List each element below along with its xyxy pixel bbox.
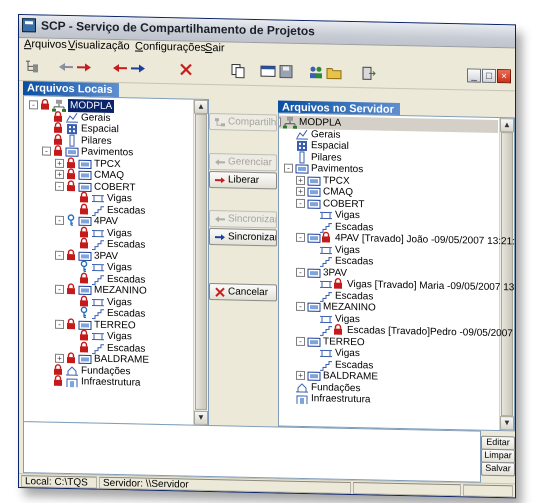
collapse-icon[interactable]: - — [296, 336, 305, 346]
lock-icon — [66, 179, 76, 196]
sync-right-arrow-icon — [215, 234, 225, 241]
forward-blue-icon[interactable] — [129, 60, 147, 76]
collapse-icon[interactable]: - — [55, 250, 64, 260]
server-files-tree[interactable]: ▲ ▼ -MODPLAGeraisEspacialPilares-Pavimen… — [278, 112, 515, 432]
collapse-icon[interactable]: - — [278, 117, 281, 127]
collapse-icon[interactable]: - — [29, 100, 38, 110]
collapse-icon[interactable]: - — [55, 181, 64, 191]
status-local: Local: C:\TQS — [21, 475, 97, 489]
collapse-icon[interactable]: - — [42, 146, 51, 156]
menu-visualizacao[interactable]: Visualização — [68, 39, 130, 52]
scroll-down-icon[interactable]: ▼ — [194, 410, 208, 425]
sincronizar-button[interactable]: Sincronizar — [209, 228, 277, 247]
share-icon — [215, 118, 225, 127]
lock-icon — [66, 283, 76, 299]
cancel-x-icon — [215, 287, 225, 298]
tree-node-label: Escadas [Travado]Pedro -09/05/2007 13:22… — [347, 324, 515, 340]
tree-node-label: Infraestrutura — [311, 393, 371, 406]
scroll-thumb[interactable] — [501, 132, 513, 417]
forward-red-icon[interactable] — [75, 59, 93, 75]
scroll-down-icon[interactable]: ▼ — [500, 416, 514, 431]
menu-sair[interactable]: Sair — [205, 42, 225, 54]
delete-x-icon[interactable] — [177, 61, 195, 77]
scroll-up-icon[interactable]: ▲ — [194, 99, 208, 114]
scroll-thumb[interactable] — [195, 113, 207, 410]
left-scrollbar[interactable]: ▲ ▼ — [193, 99, 208, 425]
copy-icon[interactable] — [229, 62, 247, 79]
gerenciar-arrow-icon — [215, 159, 225, 166]
collapse-icon[interactable]: - — [55, 319, 64, 329]
expand-icon[interactable]: + — [55, 158, 64, 168]
exit-door-icon[interactable] — [359, 65, 377, 81]
collapse-icon[interactable]: - — [55, 215, 64, 225]
compartilhar-label: Compartilhar — [228, 116, 277, 129]
expand-icon[interactable]: + — [55, 169, 64, 179]
liberar-arrow-icon — [215, 177, 225, 184]
cancelar-button[interactable]: Cancelar — [209, 283, 277, 302]
status-extra — [463, 484, 513, 498]
scroll-up-icon[interactable]: ▲ — [500, 118, 514, 133]
salvar-button[interactable]: Salvar — [481, 461, 515, 477]
back-red-icon[interactable] — [111, 60, 129, 76]
sincronizar-disabled-label: Sincronizar — [228, 213, 277, 226]
sincronizar-disabled-button[interactable]: Sincronizar — [209, 210, 277, 229]
gerenciar-button[interactable]: Gerenciar — [209, 153, 277, 172]
save-icon[interactable] — [277, 63, 295, 79]
tree-view-icon[interactable] — [23, 58, 41, 74]
menu-arquivos[interactable]: Arquivos — [24, 38, 67, 51]
app-icon — [22, 18, 36, 33]
expand-icon[interactable]: + — [296, 370, 305, 381]
collapse-icon[interactable]: - — [284, 163, 293, 173]
lock-icon — [66, 248, 76, 265]
back-blue-icon[interactable] — [57, 59, 75, 75]
window-title: SCP - Serviço de Compartilhamento de Pro… — [41, 18, 315, 39]
collapse-icon[interactable]: - — [296, 198, 305, 208]
expand-icon[interactable]: + — [296, 186, 305, 197]
lock-icon — [53, 375, 63, 391]
expand-icon[interactable]: + — [55, 353, 64, 363]
sincronizar-label: Sincronizar — [228, 231, 277, 244]
local-files-tree[interactable]: ▲ ▼ - MODPLA Gerais Espacial Pilares - Pavimen… — [23, 95, 209, 427]
collapse-icon[interactable]: - — [296, 267, 305, 277]
infra-icon — [65, 375, 79, 388]
key-icon — [66, 214, 76, 230]
status-servidor: Servidor: \\Servidor — [99, 476, 351, 494]
tree-node-label: Infraestrutura — [81, 376, 141, 389]
lock-icon — [66, 317, 76, 334]
sync-left-arrow-icon — [215, 216, 225, 223]
compartilhar-button[interactable]: Compartilhar — [209, 113, 277, 132]
tree-node-label: 4PAV [Travado] João -09/05/2007 13:21:55 — [335, 232, 515, 248]
log-textarea[interactable] — [23, 421, 481, 483]
liberar-label: Liberar — [228, 174, 260, 187]
lock-icon — [40, 98, 50, 114]
users-icon[interactable] — [307, 64, 325, 80]
right-scrollbar[interactable]: ▲ ▼ — [499, 118, 514, 431]
collapse-icon[interactable]: - — [296, 232, 305, 243]
gerenciar-label: Gerenciar — [228, 156, 272, 169]
status-progress — [353, 482, 461, 497]
liberar-button[interactable]: Liberar — [209, 171, 277, 190]
folder-icon[interactable] — [325, 64, 343, 80]
cancelar-label: Cancelar — [228, 286, 269, 299]
window-icon[interactable] — [259, 63, 277, 79]
collapse-icon[interactable]: - — [296, 301, 305, 312]
expand-icon[interactable]: + — [296, 175, 305, 185]
collapse-icon[interactable]: - — [55, 284, 64, 294]
menu-configuracoes[interactable]: Configurações — [135, 40, 206, 53]
infra-icon — [295, 392, 309, 405]
app-window: SCP - Serviço de Compartilhamento de Pro… — [18, 14, 516, 499]
